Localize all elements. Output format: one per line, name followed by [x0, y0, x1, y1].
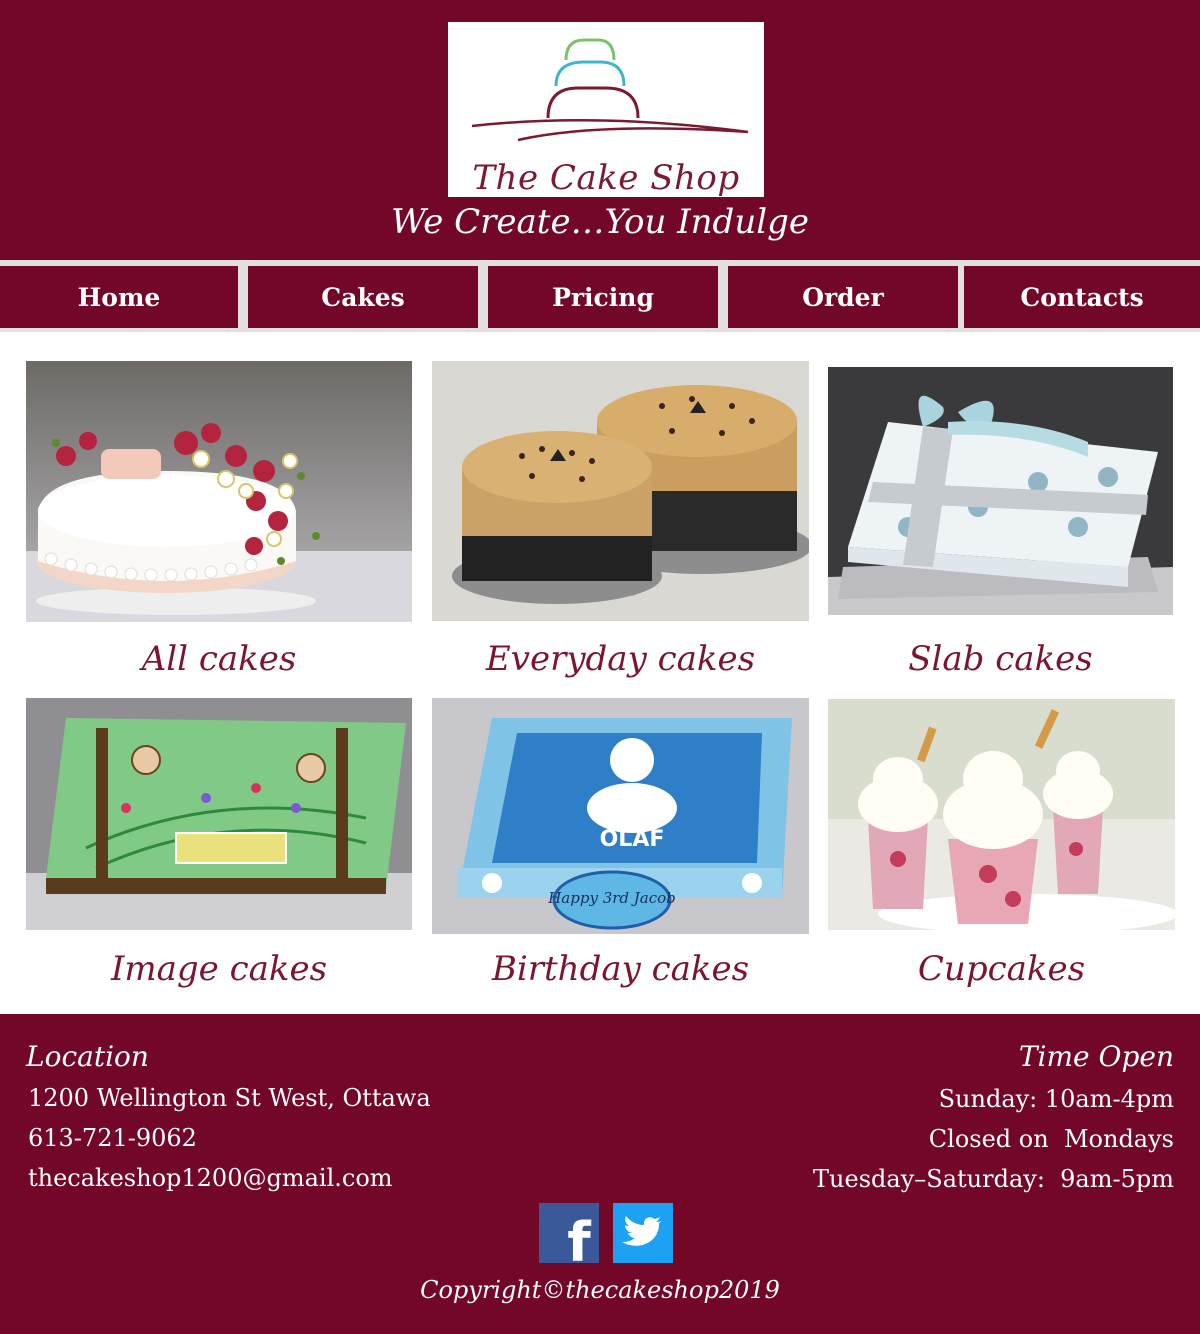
olaf-birthday-cake-image[interactable]: OLAF Happy 3rd Jacob [432, 698, 809, 934]
coffee-cakes-image[interactable] [432, 361, 809, 621]
nav-home[interactable]: Home [0, 266, 238, 328]
caption-birthday-cakes[interactable]: Birthday cakes [432, 949, 809, 989]
main-nav: Home Cakes Pricing Order Contacts [0, 260, 1200, 332]
monkey-jungle-cake-image[interactable] [26, 698, 412, 930]
nav-cakes-label: Cakes [321, 282, 405, 312]
cake-gallery: All cakes Everyday cakes Slab cakes Imag… [0, 332, 1200, 1014]
copyright-text: Copyright©thecakeshop2019 [420, 1276, 780, 1304]
site-header: The Cake Shop We Create…You Indulge [0, 0, 1200, 260]
hours-sunday: Sunday: 10am-4pm [938, 1085, 1174, 1113]
caption-everyday-cakes[interactable]: Everyday cakes [432, 639, 809, 679]
gift-box-slab-cake-image[interactable] [828, 367, 1173, 615]
twitter-icon[interactable] [613, 1203, 673, 1263]
olaf-text: OLAF [600, 827, 665, 852]
floral-cupcakes-image[interactable] [828, 699, 1175, 930]
caption-cupcakes[interactable]: Cupcakes [828, 949, 1175, 989]
nav-home-label: Home [77, 282, 161, 312]
phone-text[interactable]: 613-721-9062 [28, 1124, 197, 1152]
nav-cakes[interactable]: Cakes [248, 266, 478, 328]
caption-image-cakes[interactable]: Image cakes [26, 949, 412, 989]
nav-contacts[interactable]: Contacts [964, 266, 1200, 328]
hours-heading: Time Open [1018, 1040, 1174, 1073]
nav-pricing[interactable]: Pricing [488, 266, 718, 328]
nav-order[interactable]: Order [728, 266, 958, 328]
nav-pricing-label: Pricing [552, 282, 654, 312]
address-text: 1200 Wellington St West, Ottawa [28, 1084, 431, 1112]
hours-weekdays: Tuesday–Saturday: 9am-5pm [813, 1165, 1174, 1193]
rose-fondant-cake-image[interactable] [26, 361, 412, 622]
site-logo[interactable]: The Cake Shop [448, 22, 764, 198]
birthday-plaque-text: Happy 3rd Jacob [547, 889, 676, 907]
logo-text: The Cake Shop [472, 158, 740, 198]
nav-order-label: Order [802, 282, 884, 312]
tagline: We Create…You Indulge [391, 202, 809, 242]
location-heading: Location [26, 1040, 149, 1073]
facebook-icon[interactable]: f [539, 1203, 599, 1274]
nav-contacts-label: Contacts [1020, 282, 1144, 312]
email-link[interactable]: thecakeshop1200@gmail.com [28, 1164, 393, 1192]
hours-monday: Closed on Mondays [928, 1125, 1174, 1153]
caption-slab-cakes[interactable]: Slab cakes [828, 639, 1173, 679]
svg-text:f: f [567, 1211, 591, 1263]
caption-all-cakes[interactable]: All cakes [26, 639, 412, 679]
